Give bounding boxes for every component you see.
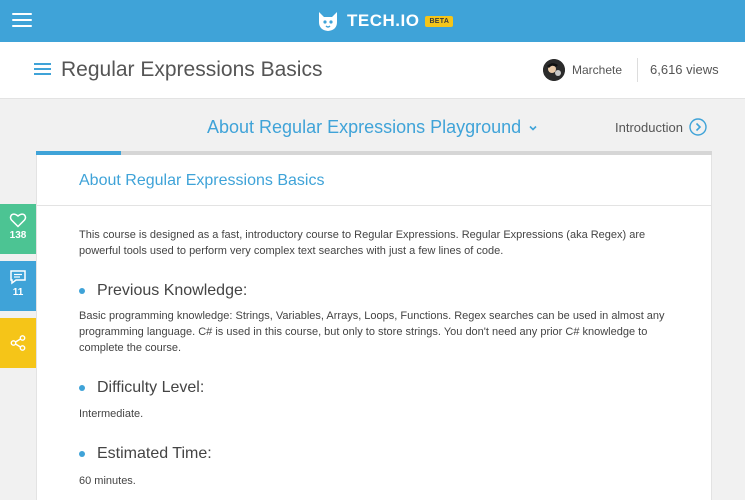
share-button[interactable] <box>0 318 36 368</box>
top-bar: TECH.IO BETA <box>0 0 745 42</box>
share-icon <box>10 335 26 351</box>
comment-icon <box>10 270 26 285</box>
lesson-content: About Regular Expressions Basics This co… <box>36 155 712 500</box>
section-heading: Difficulty Level: <box>79 379 204 397</box>
brand[interactable]: TECH.IO BETA <box>316 8 454 34</box>
bullet-icon <box>79 451 85 457</box>
brand-name: TECH.IO <box>347 11 420 30</box>
avatar <box>543 59 565 81</box>
like-button[interactable]: 138 <box>0 204 36 254</box>
content-heading: About Regular Expressions Basics <box>79 172 325 189</box>
course-menu-icon[interactable] <box>34 63 51 76</box>
view-count: 6,616 views <box>650 62 719 77</box>
heart-icon <box>9 213 27 228</box>
section-body: 60 minutes. <box>79 475 136 487</box>
section-title: Difficulty Level: <box>97 379 205 396</box>
intro-paragraph: This course is designed as a fast, intro… <box>79 229 646 257</box>
next-lesson-link[interactable]: Introduction <box>615 118 707 136</box>
bullet-icon <box>79 385 85 391</box>
beta-badge: BETA <box>425 15 454 27</box>
section-heading: Estimated Time: <box>79 445 212 463</box>
section-body: Basic programming knowledge: Strings, Va… <box>79 310 665 354</box>
comment-count: 11 <box>12 287 24 298</box>
divider <box>637 58 638 82</box>
chevron-circle-right-icon <box>689 118 707 136</box>
like-count: 138 <box>9 230 27 241</box>
bullet-icon <box>79 288 85 294</box>
content-header: About Regular Expressions Basics <box>37 155 711 206</box>
lesson-selector[interactable]: About Regular Expressions Playground <box>207 117 538 138</box>
section-title: Estimated Time: <box>97 445 212 462</box>
author[interactable]: Marchete <box>543 59 622 81</box>
section-body: Intermediate. <box>79 408 144 420</box>
author-name: Marchete <box>572 63 623 77</box>
fox-logo-icon <box>319 12 337 31</box>
section-title: Previous Knowledge: <box>97 282 248 299</box>
course-title: Regular Expressions Basics <box>61 58 323 81</box>
lesson-title: About Regular Expressions Playground <box>207 117 522 137</box>
section-heading: Previous Knowledge: <box>79 282 247 300</box>
main-menu-icon[interactable] <box>12 12 32 28</box>
next-lesson-label: Introduction <box>615 119 683 135</box>
comments-button[interactable]: 11 <box>0 261 36 311</box>
course-header: Regular Expressions Basics Marchete 6,61… <box>0 42 745 99</box>
chevron-down-icon <box>529 125 537 131</box>
